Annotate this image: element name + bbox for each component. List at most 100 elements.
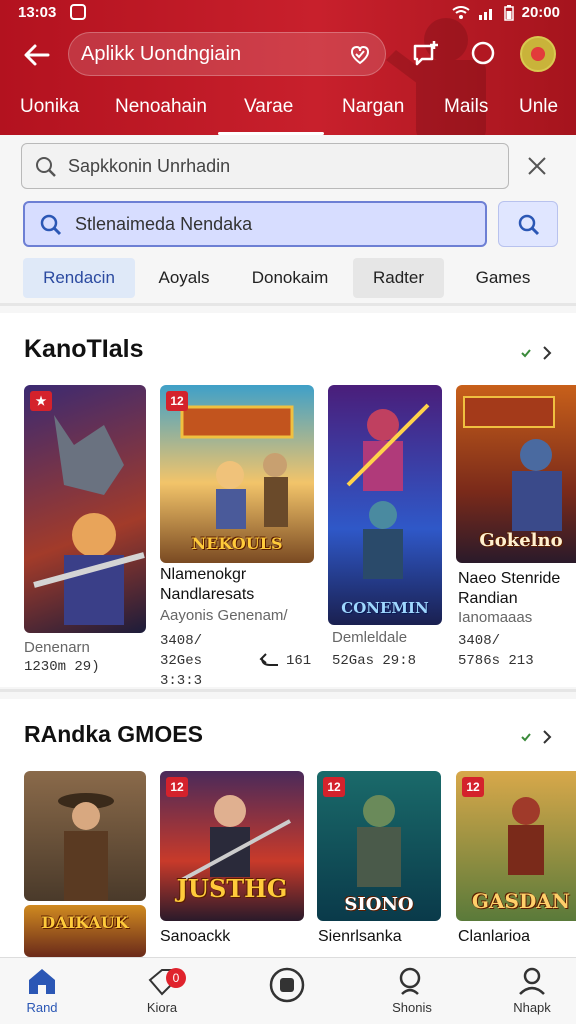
card-subtitle: Ianomaaas: [458, 609, 533, 626]
chip-games[interactable]: Games: [458, 258, 548, 298]
chevron-right-icon[interactable]: [516, 341, 556, 365]
notification-badge: 0: [166, 968, 186, 988]
game-card-image[interactable]: 12 GASDAN: [456, 771, 576, 921]
section-title: KanoTIals: [24, 335, 144, 363]
app-header: 13:03 20:00 Aplikk Uondngiain Uonika Nen…: [0, 0, 576, 135]
share-icon[interactable]: [258, 651, 280, 669]
game-logo-text: JUSTHG: [176, 874, 288, 903]
tab-varae[interactable]: Varae: [244, 96, 293, 118]
nav-label: Rand: [26, 1000, 58, 1015]
back-arrow-icon[interactable]: [20, 38, 54, 72]
secondary-search-value: Stlenaimeda Nendaka: [75, 213, 253, 234]
app-title: Aplikk Uondngiain: [81, 42, 242, 65]
card-title: Sienrlsanka: [318, 928, 402, 945]
search-input-value: Sapkkonin Unrhadin: [68, 155, 231, 176]
nav-home[interactable]: Rand: [2, 966, 82, 1022]
wifi-icon: [452, 5, 470, 19]
card-subtitle: Demleldale: [332, 629, 408, 646]
status-clock-right: 20:00: [521, 4, 560, 21]
center-circle-icon: [269, 967, 305, 1003]
tab-nargan[interactable]: Nargan: [342, 96, 404, 118]
signal-icon: [478, 8, 492, 20]
tab-nenoahain[interactable]: Nenoahain: [115, 96, 207, 118]
status-bar: 13:03 20:00: [0, 0, 576, 26]
status-time: 13:03: [18, 4, 57, 21]
rank-badge: 12: [166, 777, 188, 797]
badge-icon: ★: [30, 391, 52, 411]
search-icon: [399, 967, 421, 995]
divider: [0, 689, 576, 692]
chevron-right-icon[interactable]: [516, 725, 556, 749]
chip-aoyals[interactable]: Aoyals: [142, 258, 226, 298]
close-icon[interactable]: [522, 151, 552, 181]
game-logo-text: SIONO: [344, 894, 414, 915]
card-count: 161: [286, 653, 312, 669]
nav-search[interactable]: Shonis: [372, 966, 452, 1022]
search-icon: [518, 214, 540, 236]
game-card-image[interactable]: 12 NEKOULS: [160, 385, 314, 563]
category-tabs: Uonika Nenoahain Varae Nargan Mails Unle: [0, 88, 576, 135]
tab-unle[interactable]: Unle: [519, 96, 558, 118]
game-logo-text: GASDAN: [471, 889, 571, 913]
main-content: Sapkkonin Unrhadin Stlenaimeda Nendaka R…: [0, 135, 576, 957]
nav-label: Kiora: [146, 1000, 178, 1015]
status-icons: 20:00: [452, 4, 560, 21]
game-card-image[interactable]: Gokelno: [456, 385, 576, 563]
heart-check-icon: [350, 45, 370, 65]
rank-badge: 12: [462, 777, 484, 797]
nav-label: Shonis: [392, 1000, 432, 1015]
tab-mails[interactable]: Mails: [444, 96, 488, 118]
card-meta: 3408/ 5786s 213: [458, 633, 534, 669]
game-card-image[interactable]: DAIKAUK: [24, 905, 146, 957]
secondary-search-input[interactable]: Stlenaimeda Nendaka: [23, 201, 487, 247]
profile-icon: [519, 967, 545, 995]
wolf-warrior-art: [33, 415, 145, 625]
notification-icon: [70, 4, 86, 20]
card-title: Naeo Stenride Randian: [458, 570, 561, 607]
game-card-image[interactable]: CONEMIN: [328, 385, 442, 625]
card-meta: 3408/ 32Ges 3:3:3: [160, 633, 203, 689]
game-logo-text: Gokelno: [479, 530, 563, 551]
nav-profile[interactable]: Nhapk: [492, 966, 572, 1022]
game-card-image[interactable]: [24, 771, 146, 901]
card-title: Nlamenokgr Nandlaresats: [160, 566, 255, 603]
divider: [0, 303, 576, 306]
nav-tags[interactable]: 0 Kiora: [122, 966, 202, 1022]
search-icon: [40, 214, 62, 236]
game-card-image[interactable]: ★: [24, 385, 146, 633]
home-icon: [29, 969, 55, 994]
game-card-image[interactable]: 12 JUSTHG: [160, 771, 304, 921]
tab-uonika[interactable]: Uonika: [20, 96, 79, 118]
section-popular: RAndka GMOES DAIKAUK 12 JUSTHG Sanoackk …: [0, 699, 576, 957]
cowboy-art: [58, 793, 114, 901]
avatar[interactable]: [520, 36, 556, 72]
nav-label: Nhapk: [513, 1000, 551, 1015]
chip-rendacin[interactable]: Rendacin: [23, 258, 135, 298]
battery-icon: [503, 4, 514, 21]
card-meta: 52Gas 29:8: [332, 653, 417, 669]
card-title: Clanlarioa: [458, 928, 531, 945]
card-meta: 1230m 29): [24, 659, 100, 675]
game-logo-text: NEKOULS: [191, 534, 283, 553]
card-title: Sanoackk: [160, 928, 231, 945]
card-subtitle: Aayonis Genenam/: [160, 607, 288, 624]
bottom-navigation: Rand 0 Kiora Shonis Nhapk: [0, 957, 576, 1024]
card-subtitle: Denenarn: [24, 639, 90, 656]
game-logo-text: CONEMIN: [341, 599, 429, 617]
search-header-icon[interactable]: [468, 38, 500, 70]
game-card-image[interactable]: 12 SIONO: [317, 771, 441, 921]
rank-badge: 12: [323, 777, 345, 797]
chip-radter[interactable]: Radter: [353, 258, 444, 298]
section-title: RAndka GMOES: [24, 721, 203, 747]
chip-donokaim[interactable]: Donokaim: [240, 258, 340, 298]
chat-add-icon[interactable]: [410, 38, 442, 70]
rank-badge: 12: [166, 391, 188, 411]
search-button[interactable]: [498, 201, 558, 247]
game-logo-text: DAIKAUK: [41, 913, 129, 932]
app-title-dropdown[interactable]: Aplikk Uondngiain: [68, 32, 386, 76]
filter-chips: Rendacin Aoyals Donokaim Radter Games: [0, 258, 576, 300]
section-featured: KanoTIals ★ Denenarn 1230m 29) 12 NEKOUL…: [0, 313, 576, 689]
nav-center[interactable]: [247, 966, 327, 1022]
search-input[interactable]: Sapkkonin Unrhadin: [21, 143, 509, 189]
search-icon: [36, 157, 56, 177]
